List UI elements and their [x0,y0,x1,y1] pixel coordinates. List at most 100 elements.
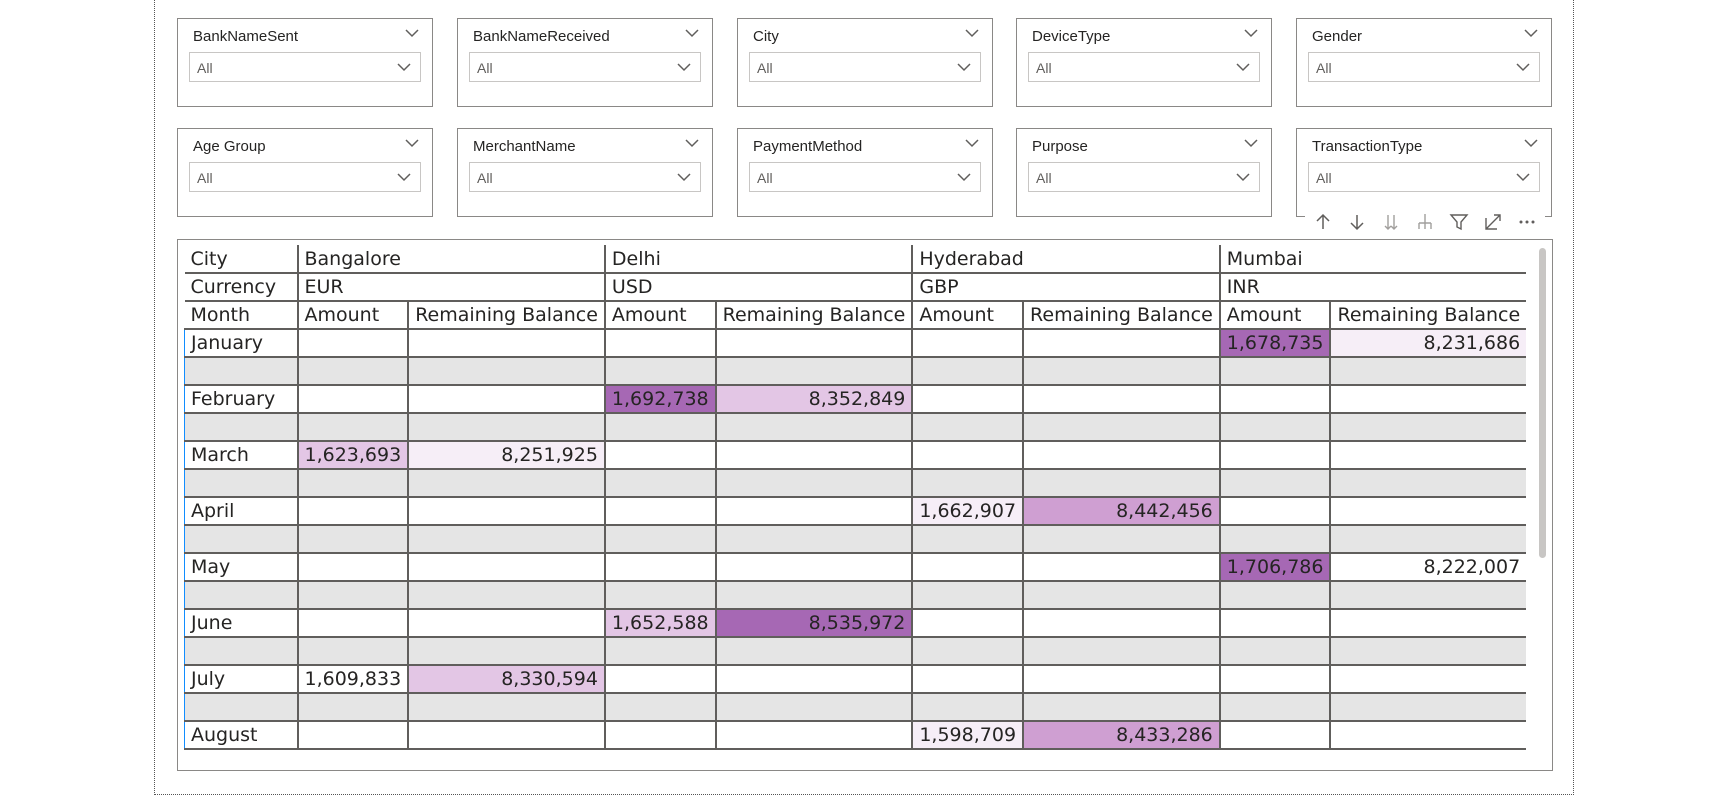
focus-mode-button[interactable] [1479,210,1507,234]
dropdown-toggle[interactable] [1515,59,1531,75]
dropdown-toggle[interactable] [396,59,412,75]
remaining-balance-cell [714,497,913,526]
subtotal-cell [1022,637,1220,666]
measure-header-remaining-balance[interactable]: Remaining Balance [1022,301,1220,330]
slicer-collapse-button[interactable] [1243,25,1259,41]
slicer-dropdown[interactable]: All [189,162,421,192]
matrix-row[interactable]: February 1,692,738 8,352,849 [184,385,1527,414]
slicer-dropdown[interactable]: All [1028,162,1260,192]
matrix-row[interactable]: July 1,609,833 8,330,594 [184,665,1527,694]
next-level-button[interactable] [1377,210,1405,234]
currency-column-header: EUR [296,273,605,302]
matrix-row[interactable]: August 1,598,709 8,433,286 [184,721,1527,750]
amount-cell: 1,678,735 [1218,328,1331,358]
amount-cell [911,665,1024,694]
subtotal-cell [184,581,298,610]
city-column-header: Bangalore [296,245,605,274]
chevron-down-icon [685,29,699,38]
matrix-row[interactable]: January 1,678,735 8,231,686 [184,328,1527,358]
matrix-row[interactable]: May 1,706,786 8,222,007 [184,553,1527,582]
slicer-banknamereceived: BankNameReceived All [457,18,713,107]
drill-down-button[interactable] [1343,210,1371,234]
matrix-row[interactable]: June 1,652,588 8,535,972 [184,609,1527,638]
remaining-balance-cell [1022,385,1220,414]
matrix-table: City Bangalore Delhi Hyderabad Mumbai Currenc… [184,245,1527,750]
remaining-balance-cell [407,553,605,582]
chevron-down-icon [1244,139,1258,148]
slicer-dropdown[interactable]: All [749,162,981,192]
subtotal-cell [911,413,1024,442]
dropdown-toggle[interactable] [396,169,412,185]
slicer-collapse-button[interactable] [404,25,420,41]
chevron-down-icon [1236,63,1250,72]
slicer-dropdown[interactable]: All [469,52,701,82]
measure-header-remaining-balance[interactable]: Remaining Balance [714,301,913,330]
drill-up-button[interactable] [1309,210,1337,234]
remaining-balance-cell [1022,441,1220,470]
measure-header-amount[interactable]: Amount [911,301,1024,330]
subtotal-row [184,581,1527,610]
subtotal-cell [714,525,913,554]
subtotal-cell [603,469,716,498]
measure-header-amount[interactable]: Amount [296,301,409,330]
subtotal-row [184,693,1527,722]
city-column-header: Delhi [603,245,913,274]
slicer-collapse-button[interactable] [684,135,700,151]
slicer-collapse-button[interactable] [1523,25,1539,41]
slicer-merchantname: MerchantName All [457,128,713,217]
matrix-visual[interactable]: City Bangalore Delhi Hyderabad Mumbai Currenc… [177,239,1553,771]
amount-cell [603,328,716,358]
remaining-balance-cell [1022,328,1220,358]
dropdown-toggle[interactable] [956,59,972,75]
city-column-header: Mumbai [1218,245,1527,274]
slicer-selected-value: All [477,60,493,76]
subtotal-cell [296,637,409,666]
slicer-dropdown[interactable]: All [1028,52,1260,82]
subtotal-cell [603,637,716,666]
remaining-balance-cell: 8,251,925 [407,441,605,470]
slicer-dropdown[interactable]: All [1308,52,1540,82]
filter-button[interactable] [1445,210,1473,234]
dropdown-toggle[interactable] [1235,59,1251,75]
dropdown-toggle[interactable] [1515,169,1531,185]
dropdown-toggle[interactable] [676,169,692,185]
dropdown-toggle[interactable] [1235,169,1251,185]
slicer-dropdown[interactable]: All [469,162,701,192]
matrix-row[interactable]: April 1,662,907 8,442,456 [184,497,1527,526]
remaining-balance-cell [1022,553,1220,582]
matrix-row[interactable]: March 1,623,693 8,251,925 [184,441,1527,470]
measure-header-remaining-balance[interactable]: Remaining Balance [1329,301,1527,330]
slicer-selected-value: All [1316,170,1332,186]
expand-hierarchy-button[interactable] [1411,210,1439,234]
slicer-collapse-button[interactable] [964,135,980,151]
slicer-dropdown[interactable]: All [1308,162,1540,192]
slicer-title: Gender [1312,28,1363,45]
slicer-transactiontype: TransactionType All [1296,128,1552,217]
measure-header-remaining-balance[interactable]: Remaining Balance [407,301,605,330]
subtotal-cell [1218,693,1331,722]
slicer-selected-value: All [1036,170,1052,186]
city-column-header: Hyderabad [911,245,1220,274]
subtotal-cell [407,357,605,386]
slicer-collapse-button[interactable] [404,135,420,151]
slicer-collapse-button[interactable] [684,25,700,41]
dropdown-toggle[interactable] [676,59,692,75]
measure-header-amount[interactable]: Amount [603,301,716,330]
slicer-dropdown[interactable]: All [189,52,421,82]
amount-cell [1218,385,1331,414]
measure-header-amount[interactable]: Amount [1218,301,1331,330]
remaining-balance-cell [1329,441,1527,470]
subtotal-cell [296,693,409,722]
slicer-dropdown[interactable]: All [749,52,981,82]
vertical-scrollbar[interactable] [1539,248,1546,558]
slicer-selected-value: All [197,60,213,76]
slicer-collapse-button[interactable] [1243,135,1259,151]
more-options-button[interactable] [1513,210,1541,234]
slicer-collapse-button[interactable] [1523,135,1539,151]
slicer-selected-value: All [1036,60,1052,76]
slicer-collapse-button[interactable] [964,25,980,41]
slicer-title: BankNameSent [193,28,299,45]
row-header-label: Month [184,301,298,330]
filter-icon [1449,214,1469,231]
dropdown-toggle[interactable] [956,169,972,185]
